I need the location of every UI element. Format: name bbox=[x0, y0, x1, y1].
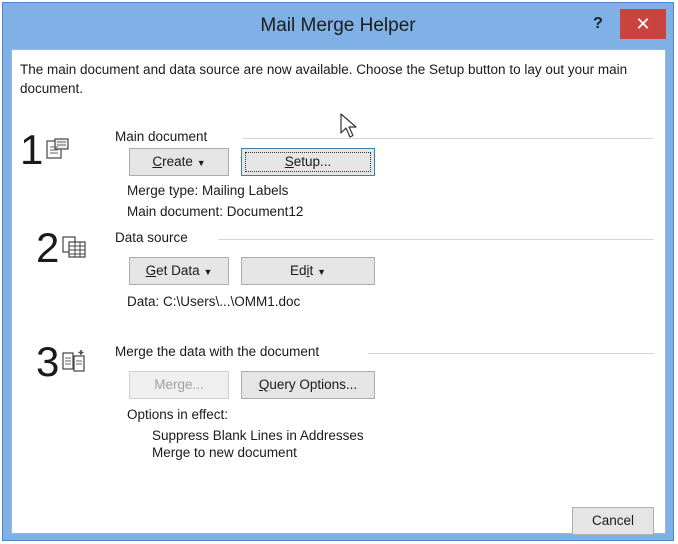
dialog-title: Mail Merge Helper bbox=[260, 15, 416, 36]
section-divider bbox=[242, 138, 654, 139]
focus-ring bbox=[245, 152, 371, 172]
data-source-path-text: Data: C:\Users\...\OMM1.doc bbox=[127, 294, 301, 309]
create-button[interactable]: Create ▼ bbox=[129, 148, 229, 176]
step-number-1: 1 bbox=[20, 126, 44, 173]
title-bar: Mail Merge Helper ? ✕ bbox=[3, 3, 673, 49]
step-number-2: 2 bbox=[36, 224, 60, 271]
section-title-merge: Merge the data with the document bbox=[115, 344, 328, 359]
dropdown-arrow-icon: ▼ bbox=[317, 267, 326, 277]
merge-button[interactable]: Merge... bbox=[129, 371, 229, 399]
intro-text: The main document and data source are no… bbox=[20, 62, 628, 96]
setup-button[interactable]: Setup... bbox=[241, 148, 375, 176]
help-button[interactable]: ? bbox=[588, 13, 608, 35]
query-options-button[interactable]: Query Options... bbox=[241, 371, 375, 399]
section-title-data-source: Data source bbox=[115, 230, 196, 245]
option-item: Merge to new document bbox=[152, 445, 297, 460]
section-title-main-document: Main document bbox=[115, 129, 216, 144]
edit-button[interactable]: Edit ▼ bbox=[241, 257, 375, 285]
dropdown-arrow-icon: ▼ bbox=[203, 267, 213, 277]
mail-merge-helper-dialog: Mail Merge Helper ? ✕ The main document … bbox=[2, 2, 674, 541]
section-divider bbox=[218, 239, 654, 240]
merge-icon bbox=[62, 350, 85, 372]
option-item: Suppress Blank Lines in Addresses bbox=[152, 428, 364, 443]
dropdown-arrow-icon: ▼ bbox=[196, 158, 206, 168]
close-button[interactable]: ✕ bbox=[620, 9, 666, 39]
data-source-icon bbox=[62, 236, 86, 258]
mouse-pointer-icon bbox=[340, 113, 357, 138]
options-in-effect-label: Options in effect: bbox=[127, 407, 229, 422]
main-document-icon bbox=[46, 138, 69, 159]
merge-type-text: Merge type: Mailing Labels bbox=[127, 183, 289, 198]
cancel-button[interactable]: Cancel bbox=[572, 507, 654, 535]
step-number-3: 3 bbox=[36, 338, 60, 385]
main-document-text: Main document: Document12 bbox=[127, 204, 304, 219]
section-divider bbox=[368, 353, 654, 354]
get-data-button[interactable]: Get Data ▼ bbox=[129, 257, 229, 285]
